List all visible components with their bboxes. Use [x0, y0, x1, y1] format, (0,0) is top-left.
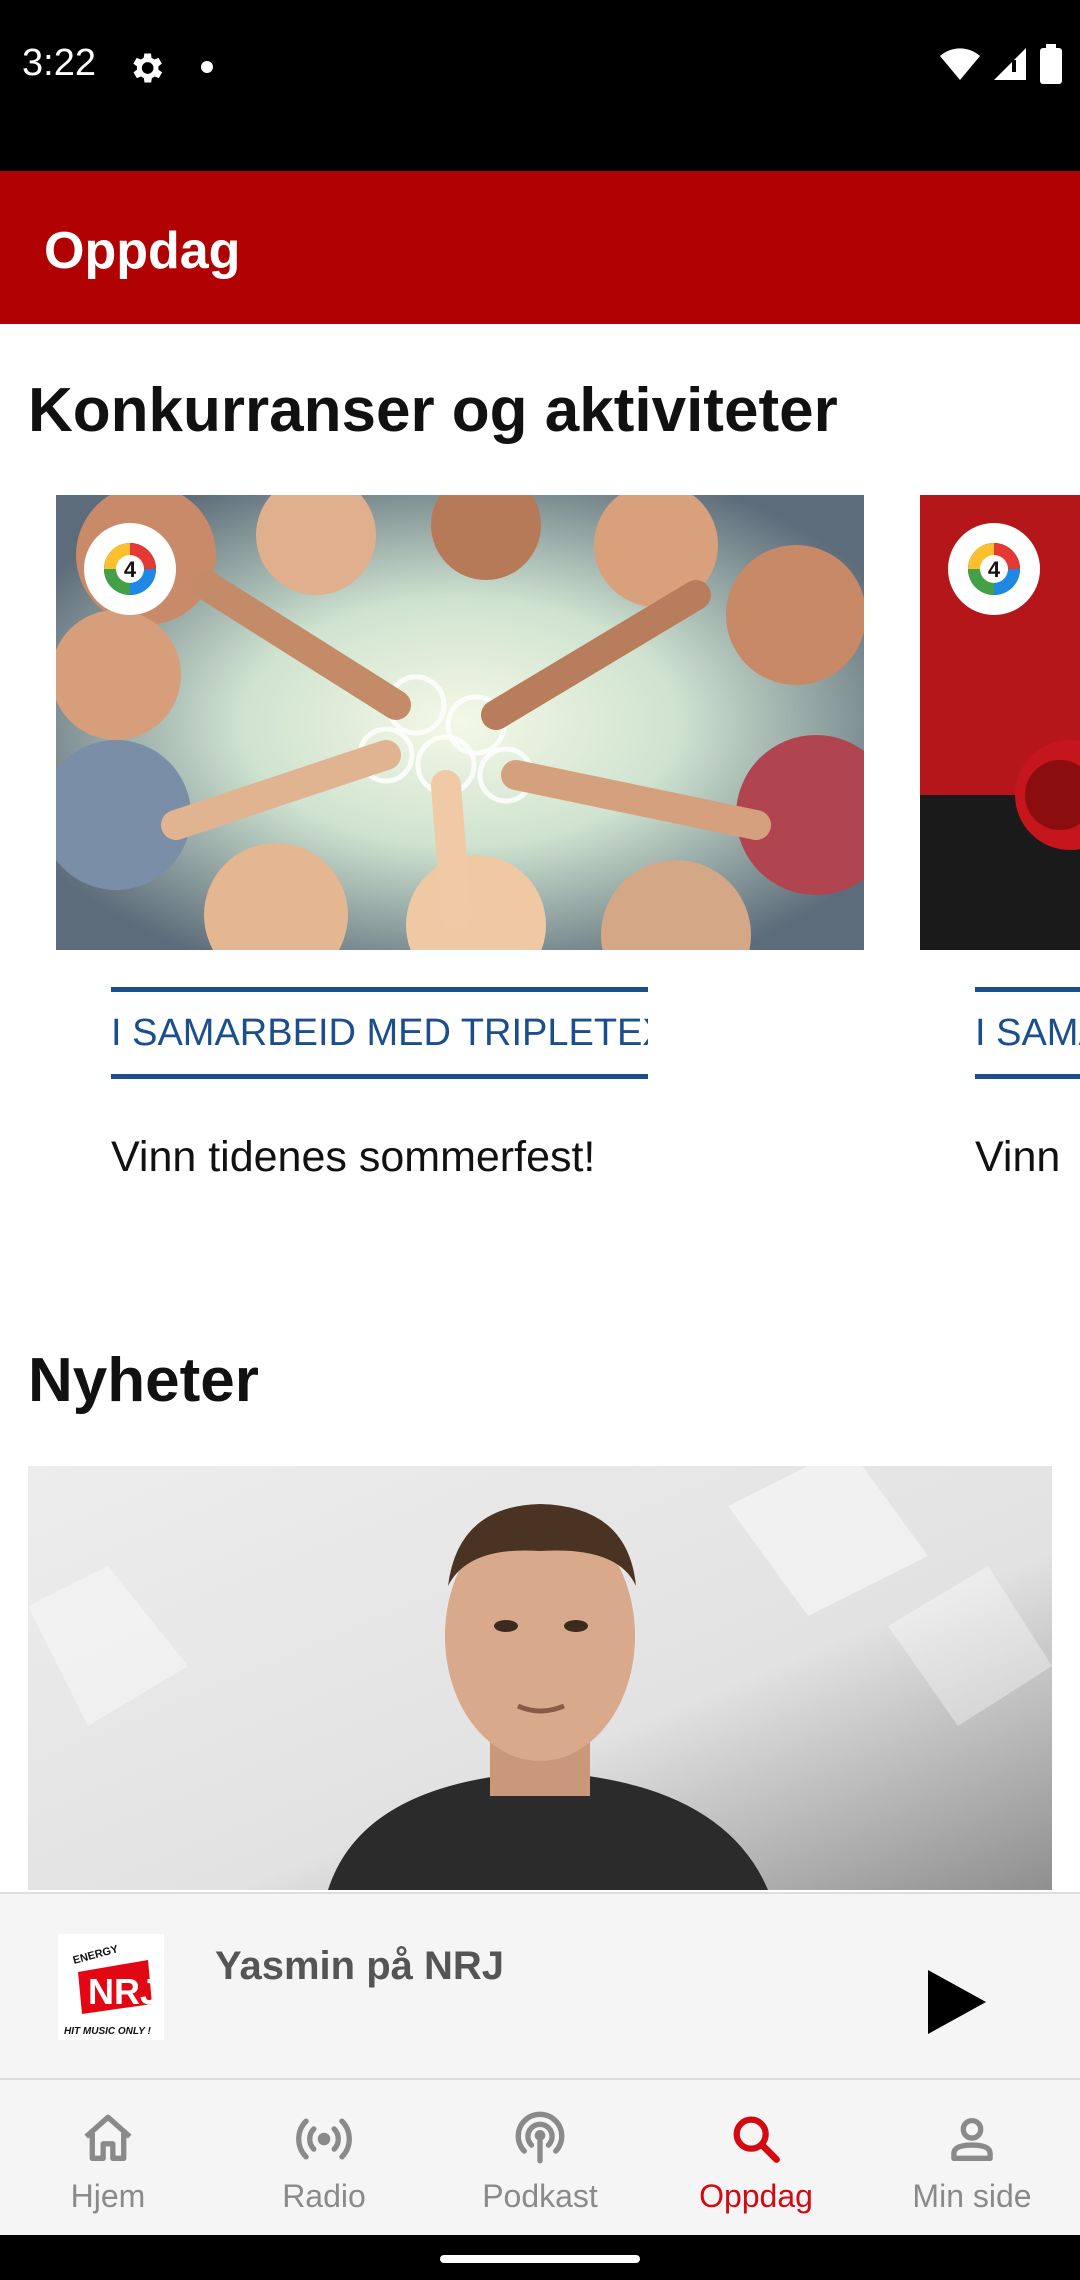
nav-item-hjem[interactable]: Hjem: [0, 2080, 216, 2235]
home-gesture-handle[interactable]: [440, 2255, 640, 2263]
home-icon: [84, 2114, 132, 2161]
nrj-logo: ENERGY NRJ HIT MUSIC ONLY !: [58, 1934, 164, 2040]
section-title-news: Nyheter: [28, 1346, 259, 1415]
mini-player[interactable]: ENERGY NRJ HIT MUSIC ONLY ! Yasmin på NR…: [0, 1892, 1080, 2078]
svg-text:HIT MUSIC ONLY !: HIT MUSIC ONLY !: [64, 2026, 152, 2037]
nav-item-oppdag[interactable]: Oppdag: [648, 2080, 864, 2235]
bottom-navigation: Hjem Radio Podkast Oppdag Min side: [0, 2078, 1080, 2235]
nav-label: Oppdag: [699, 2178, 813, 2214]
nav-label: Hjem: [70, 2178, 146, 2214]
app-bar: Oppdag: [0, 171, 1080, 324]
wifi-icon: [940, 48, 980, 80]
person-icon: [951, 2117, 993, 2161]
radio-icon: [296, 2118, 352, 2160]
battery-icon: [1040, 44, 1062, 84]
svg-text:4: 4: [988, 557, 1001, 582]
nav-item-min-side[interactable]: Min side: [864, 2080, 1080, 2235]
signal-icon: [994, 48, 1026, 80]
p4-logo-badge: 4: [948, 523, 1040, 615]
competition-card-image[interactable]: 4: [56, 495, 864, 950]
nav-label: Podkast: [482, 2178, 598, 2214]
play-icon[interactable]: [914, 1962, 994, 2042]
nav-item-radio[interactable]: Radio: [216, 2080, 432, 2235]
news-photo: [28, 1466, 1052, 1890]
p4-logo-icon: 4: [968, 543, 1020, 595]
card-sponsor-tag: I SAMARBEID MED: [975, 987, 1080, 1079]
p4-logo-badge: 4: [84, 523, 176, 615]
party-photo: [56, 495, 864, 950]
status-bar: 3:22: [0, 0, 1080, 171]
card-sponsor-tag: I SAMARBEID MED TRIPLETEX: [111, 987, 648, 1079]
news-article-image[interactable]: [28, 1466, 1052, 1890]
now-playing-title: Yasmin på NRJ: [215, 1944, 505, 1988]
status-time: 3:22: [22, 42, 96, 84]
search-icon: [733, 2116, 780, 2163]
page-title: Oppdag: [44, 222, 241, 280]
podcast-icon: [515, 2111, 565, 2164]
section-title-competitions: Konkurranser og aktiviteter: [28, 376, 838, 445]
nav-item-podkast[interactable]: Podkast: [432, 2080, 648, 2235]
p4-logo-icon: 4: [104, 543, 156, 595]
svg-text:4: 4: [124, 557, 137, 582]
card-title[interactable]: Vinn tidenes sommerfest!: [111, 1133, 811, 1182]
status-icons: [940, 44, 1062, 84]
svg-text:NRJ: NRJ: [88, 1971, 160, 2012]
gesture-bar: [0, 2235, 1080, 2280]
nav-label: Min side: [912, 2178, 1032, 2214]
competition-card-image[interactable]: 4: [920, 495, 1080, 950]
notification-dot-icon: [201, 61, 213, 73]
settings-icon: [133, 53, 163, 83]
nav-label: Radio: [282, 2178, 366, 2214]
card-title[interactable]: Vinn: [975, 1133, 1080, 1182]
